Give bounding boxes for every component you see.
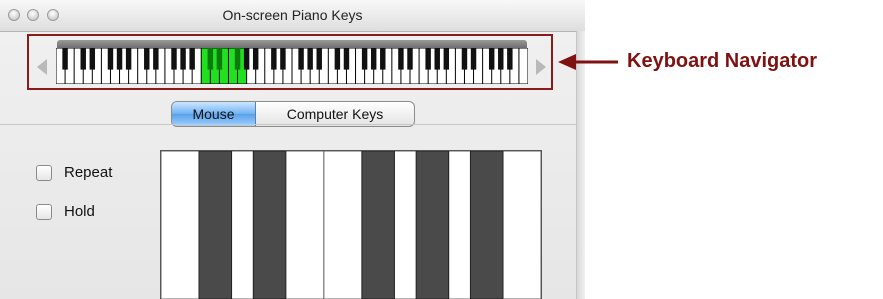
hold-label: Hold (64, 203, 95, 220)
window-title: On-screen Piano Keys (222, 7, 363, 23)
hold-checkbox[interactable] (36, 203, 52, 220)
title-bar[interactable]: On-screen Piano Keys (0, 0, 585, 32)
piano-black-key[interactable] (361, 151, 395, 299)
divider (0, 124, 576, 125)
piano-window: On-screen Piano Keys Mouse Computer Keys… (0, 0, 585, 299)
repeat-option[interactable]: Repeat (36, 164, 112, 181)
callout-label: Keyboard Navigator (627, 50, 818, 72)
piano-black-key[interactable] (415, 151, 450, 299)
callout-arrow-icon (558, 54, 618, 70)
repeat-checkbox[interactable] (36, 164, 52, 181)
hold-option[interactable]: Hold (36, 203, 95, 220)
piano-black-key[interactable] (198, 151, 233, 299)
repeat-label: Repeat (64, 164, 113, 181)
piano-keyboard[interactable] (160, 150, 542, 299)
piano-black-key[interactable] (469, 151, 504, 299)
piano-black-key[interactable] (252, 151, 287, 299)
navigator-highlight-frame (27, 34, 553, 90)
mode-computer-keys-button[interactable]: Computer Keys (256, 102, 414, 126)
mode-mouse-button[interactable]: Mouse (172, 102, 256, 126)
